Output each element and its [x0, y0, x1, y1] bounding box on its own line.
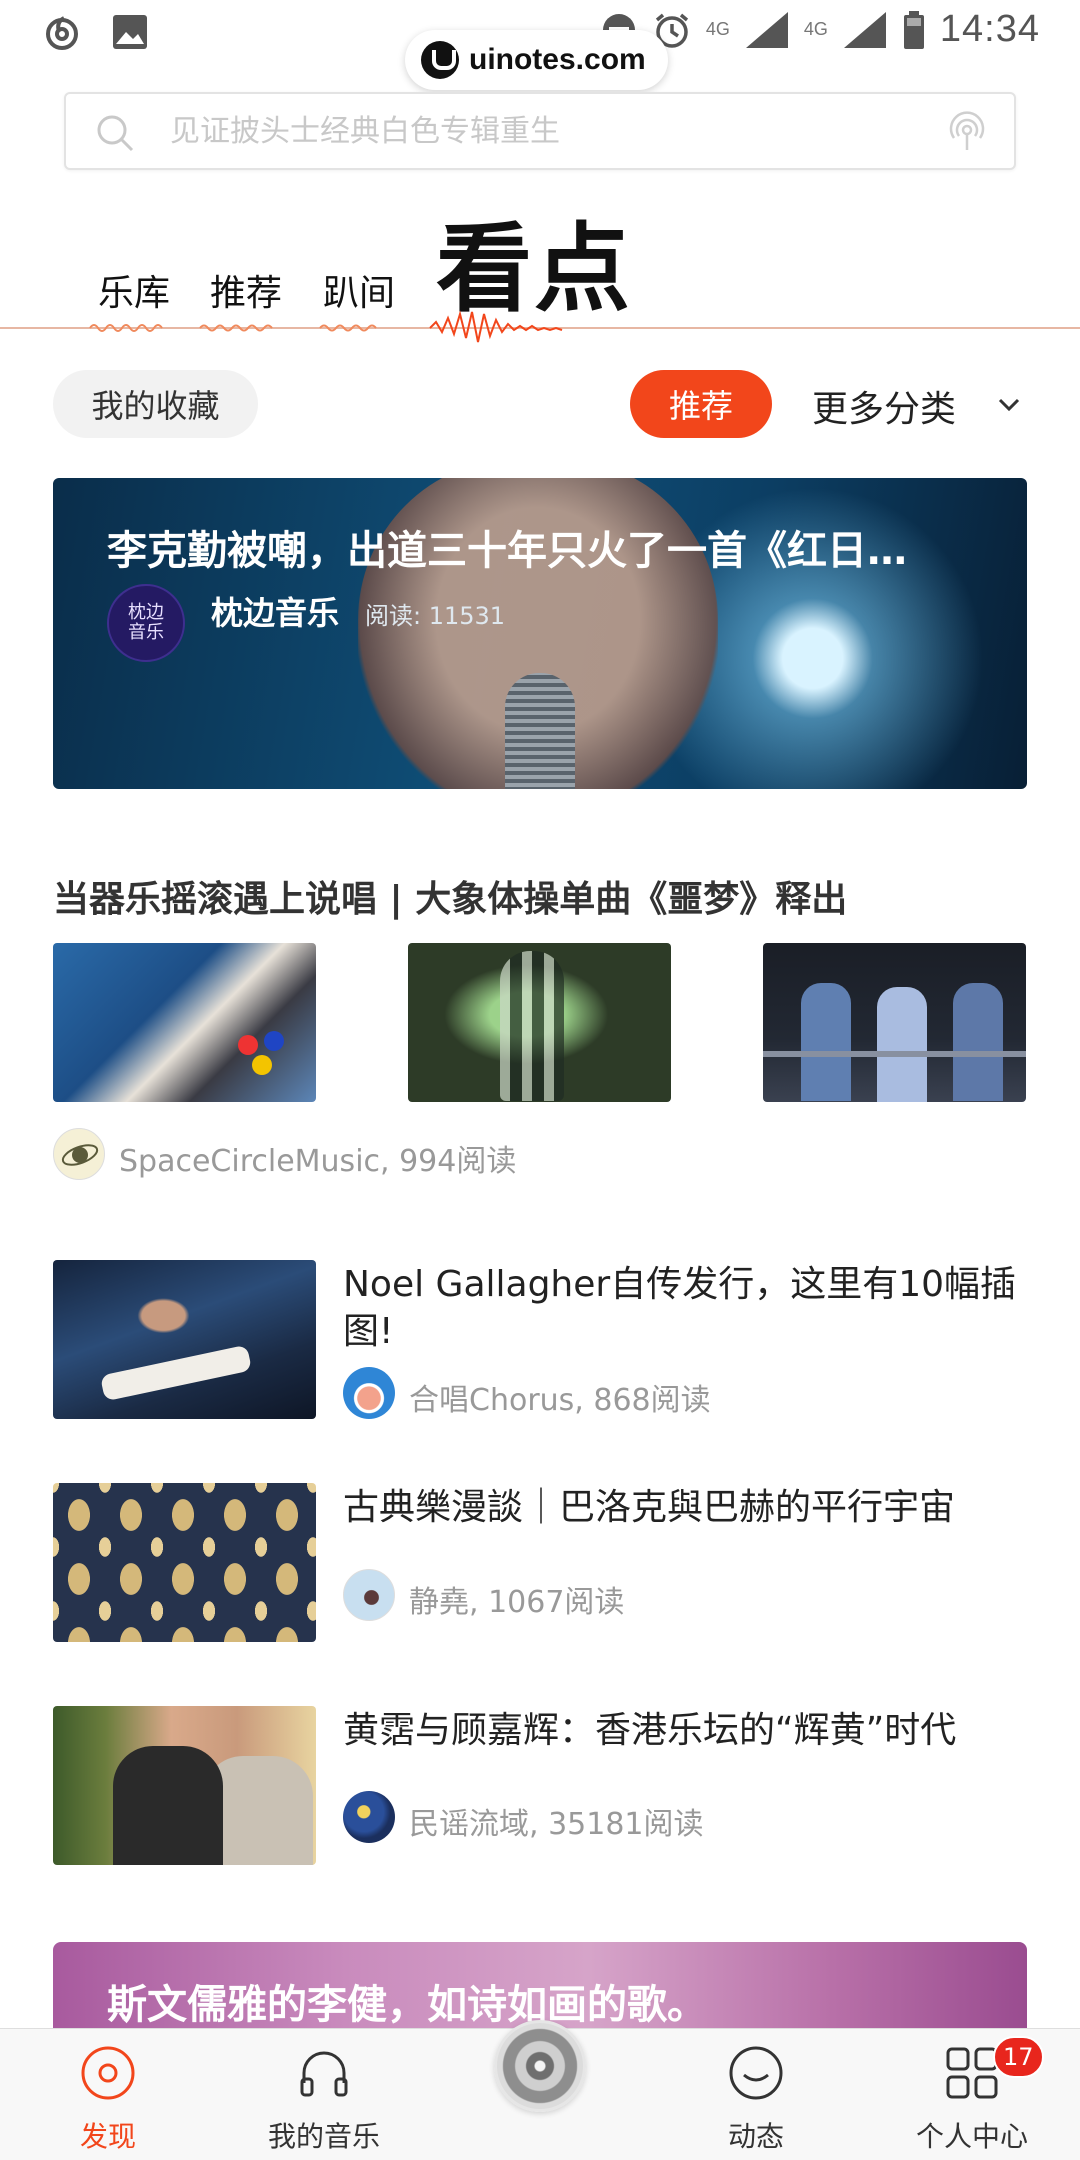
featured-read-count: 阅读: 11531	[365, 602, 506, 630]
nav-activity[interactable]: 动态	[648, 2029, 864, 2160]
featured-article-card[interactable]: 李克勤被嘲，出道三十年只火了一首《红日… 枕边 音乐 枕边音乐 阅读: 1153…	[53, 478, 1027, 789]
article-multi-meta: SpaceCircleMusic, 994阅读	[119, 1144, 517, 1179]
search-icon	[97, 115, 134, 152]
article-author-avatar	[343, 1569, 395, 1621]
article-author-avatar	[343, 1367, 395, 1419]
voice-search-icon[interactable]	[944, 108, 990, 154]
signal-icon-2	[843, 11, 886, 48]
my-favorites-chip[interactable]: 我的收藏	[53, 370, 258, 438]
nav-profile[interactable]: 个人中心	[864, 2029, 1080, 2160]
signal-icon	[745, 11, 788, 48]
nav-activity-label: 动态	[727, 2120, 784, 2153]
watermark-text: uinotes.com	[469, 43, 646, 76]
gallery-icon	[113, 15, 147, 49]
promo-title: 斯文儒雅的李健，如诗如画的歌。	[107, 1982, 707, 2028]
article-multi-title[interactable]: 当器乐摇滚遇上说唱 | 大象体操单曲《噩梦》释出	[53, 870, 847, 922]
featured-article-title: 李克勤被嘲，出道三十年只火了一首《红日…	[107, 528, 907, 574]
featured-avatar-text: 枕边 音乐	[128, 602, 164, 643]
status-right-icons: 4G 4G 14:34	[600, 8, 1040, 51]
network-type-1: 4G	[705, 19, 730, 39]
nav-discover[interactable]: 发现	[0, 2029, 216, 2160]
article-multi-image-1[interactable]	[53, 943, 316, 1102]
tab-wave-divider	[0, 310, 1080, 343]
article-title[interactable]: 黄霑与顾嘉辉：香港乐坛的“辉黄”时代	[343, 1708, 1023, 1755]
battery-icon	[903, 10, 924, 49]
promo-card[interactable]: 斯文儒雅的李健，如诗如画的歌。	[53, 1942, 1027, 2032]
featured-author-name[interactable]: 枕边音乐	[211, 588, 339, 634]
search-bar[interactable]	[64, 92, 1016, 170]
article-multi-image-3[interactable]	[763, 943, 1026, 1102]
nav-discover-label: 发现	[79, 2120, 136, 2153]
article-author-avatar	[343, 1791, 395, 1843]
discover-icon	[81, 2046, 135, 2100]
search-input[interactable]	[170, 94, 870, 168]
nav-my-music[interactable]: 我的音乐	[216, 2029, 432, 2160]
article-meta: 静堯, 1067阅读	[409, 1585, 625, 1620]
watermark-logo-icon	[421, 41, 459, 79]
notification-badge: 17	[993, 2036, 1044, 2078]
article-title[interactable]: 古典樂漫談｜巴洛克與巴赫的平行宇宙	[343, 1485, 1023, 1532]
smile-icon	[729, 2046, 783, 2100]
article-meta: 民谣流域, 35181阅读	[409, 1807, 704, 1842]
status-left-icons	[42, 12, 150, 52]
more-categories-button[interactable]: 更多分类	[812, 380, 956, 432]
watermark: uinotes.com	[405, 30, 668, 90]
article-meta: 合唱Chorus, 868阅读	[409, 1383, 711, 1418]
featured-photo-microphone	[505, 673, 575, 789]
planet-logo-icon	[61, 1144, 99, 1166]
article-multi-image-2[interactable]	[408, 943, 671, 1102]
nav-profile-label: 个人中心	[915, 2120, 1028, 2153]
nav-my-music-label: 我的音乐	[267, 2120, 380, 2153]
netease-icon	[46, 16, 78, 50]
chevron-down-icon[interactable]	[994, 390, 1024, 420]
article-thumbnail[interactable]	[53, 1483, 316, 1642]
article-thumbnail[interactable]	[53, 1260, 316, 1419]
featured-author-avatar[interactable]: 枕边 音乐	[107, 584, 185, 662]
now-playing-disc[interactable]	[494, 2020, 586, 2112]
article-title[interactable]: Noel Gallagher自传发行，这里有10幅插图!	[343, 1262, 1023, 1356]
recommended-chip[interactable]: 推荐	[630, 370, 772, 438]
article-thumbnail[interactable]	[53, 1706, 316, 1865]
headphones-icon	[300, 2051, 348, 2097]
spacecircle-avatar	[53, 1128, 105, 1180]
network-type-2: 4G	[803, 19, 828, 39]
grid-icon	[946, 2047, 998, 2099]
status-time: 14:34	[939, 8, 1040, 50]
